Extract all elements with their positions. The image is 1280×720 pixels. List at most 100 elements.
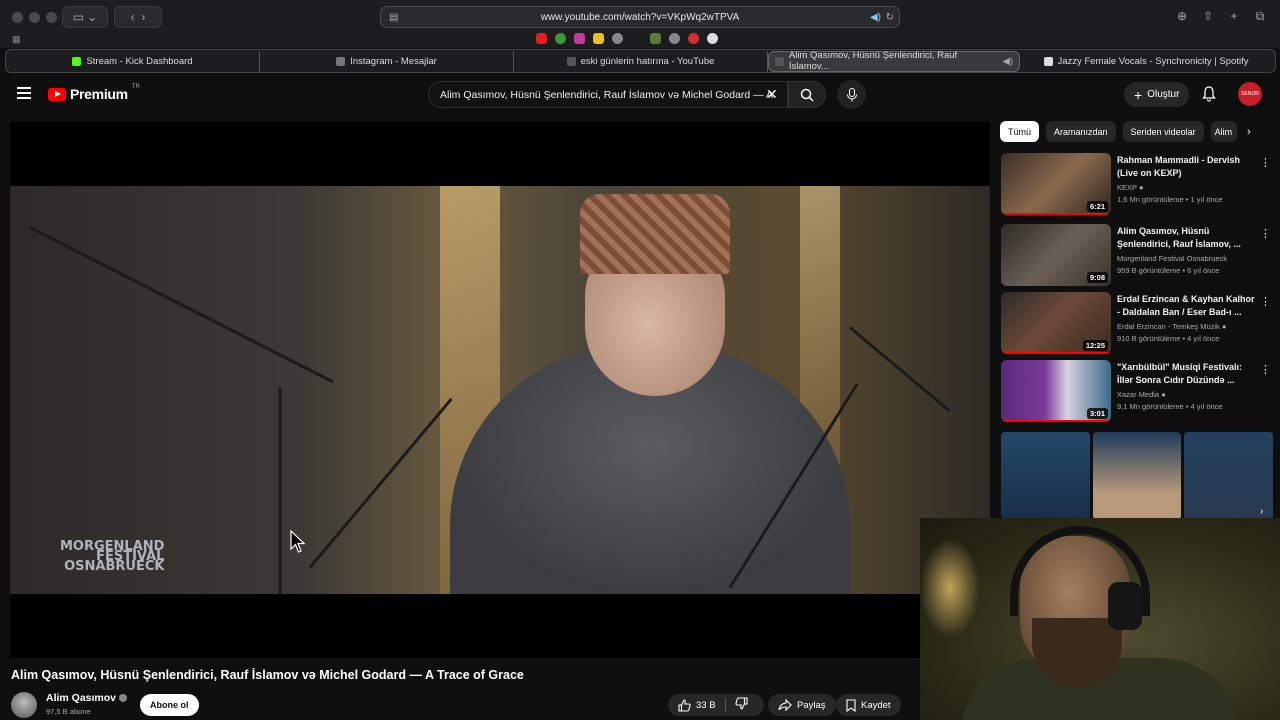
youtube-icon (775, 56, 784, 66)
tab-overview-icon[interactable]: ⧉ (1252, 9, 1268, 24)
shelf-thumbnail[interactable] (1001, 432, 1090, 520)
tab-spotify[interactable]: Jazzy Female Vocals - Synchronicity | Sp… (1020, 51, 1272, 72)
toolbar-right: ⊕ ⇧ + ⧉ (1174, 9, 1268, 24)
more-options-icon[interactable]: ⋮ (1260, 363, 1271, 376)
like-dislike-group: 33 B (668, 694, 764, 716)
more-options-icon[interactable]: ⋮ (1260, 295, 1271, 308)
gear-fav-icon[interactable] (707, 33, 718, 44)
verified-icon: ● (1221, 322, 1227, 331)
recommendation-channel[interactable]: Xazar Media ● (1117, 390, 1166, 399)
recommendation-meta: 1,6 Mn görüntüleme • 1 yıl önce (1117, 195, 1223, 204)
microphone-icon (846, 87, 857, 101)
favorites-bar (536, 33, 718, 44)
duration-badge: 9:08 (1086, 272, 1108, 283)
tab-youtube-active[interactable]: Alim Qasımov, Hüsnü Şenlendirici, Rauf İ… (768, 50, 1020, 72)
share-icon[interactable]: ⇧ (1200, 9, 1216, 24)
globe-fav-icon[interactable] (612, 33, 623, 44)
webcam-overlay (920, 518, 1280, 720)
video-thumbnail[interactable]: 3:01 (1001, 360, 1111, 422)
recommendation-title[interactable]: Erdal Erzincan & Kayhan Kalhor - Daldala… (1117, 293, 1255, 319)
grid-icon[interactable]: ▦ (12, 34, 21, 45)
tab-instagram[interactable]: Instagram - Mesajlar (260, 50, 514, 72)
yellow-fav-icon[interactable] (593, 33, 604, 44)
tab-youtube-eski[interactable]: eski günlerin hatırına - YouTube (514, 50, 768, 72)
url-text: www.youtube.com/watch?v=VKpWq2wTPVA (540, 11, 740, 23)
video-thumbnail[interactable]: 12:25 (1001, 292, 1111, 354)
voice-search-button[interactable] (837, 80, 866, 109)
globe2-fav-icon[interactable] (669, 33, 680, 44)
shorts-shelf (1001, 432, 1274, 520)
video-title: Alim Qasımov, Hüsnü Şenlendirici, Rauf İ… (11, 668, 524, 682)
window-controls[interactable] (12, 12, 57, 23)
menu-icon[interactable] (17, 87, 31, 102)
shelf-thumbnail[interactable] (1092, 432, 1182, 520)
dislike-button[interactable] (734, 697, 748, 713)
drop-fav-icon[interactable] (555, 33, 566, 44)
channel-name: Alim Qasımov (46, 692, 117, 704)
recommendation-title[interactable]: Rahman Mammadli - Dervish (Live on KEXP) (1117, 154, 1255, 180)
subscribe-button[interactable]: Abone ol (140, 694, 199, 716)
video-thumbnail[interactable]: 9:08 (1001, 224, 1111, 286)
watch-progress (1001, 352, 1111, 354)
more-options-icon[interactable]: ⋮ (1260, 156, 1271, 169)
new-tab-icon[interactable]: + (1226, 9, 1242, 24)
search-input[interactable]: Alim Qasımov, Hüsnü Şenlendirici, Rauf İ… (428, 81, 788, 108)
speaker-icon[interactable]: ◀) (870, 12, 881, 23)
address-bar[interactable]: ▤ www.youtube.com/watch?v=VKpWq2wTPVA ◀)… (380, 6, 900, 28)
recommendation-channel[interactable]: KEXP ● (1117, 183, 1144, 192)
duration-badge: 12:25 (1082, 340, 1108, 351)
video-player[interactable]: MORGENLAND FESTIVAL OSNABRUECK (10, 122, 990, 658)
clear-search-icon[interactable]: ✕ (766, 86, 778, 103)
festival-watermark: MORGENLAND FESTIVAL OSNABRUECK (60, 540, 164, 573)
plus-icon: + (1134, 86, 1143, 103)
search-button[interactable] (788, 81, 826, 108)
reload-icon[interactable]: ↻ (886, 12, 894, 23)
browser-toolbar: ▭ ⌄ ‹ › ▤ www.youtube.com/watch?v=VKpWq2… (0, 0, 1280, 48)
bell-icon (1202, 86, 1216, 102)
chip-alim[interactable]: Alim (1210, 121, 1237, 142)
sidebar-toggle-button[interactable]: ▭ ⌄ (62, 6, 108, 28)
f-fav-icon[interactable] (650, 33, 661, 44)
chip-from-search[interactable]: Aramanızdan (1046, 121, 1116, 142)
site-settings-icon[interactable]: ▤ (389, 12, 398, 23)
channel-avatar[interactable] (11, 692, 37, 718)
recommendation-channel[interactable]: Morgenland Festival Osnabrueck (1117, 254, 1227, 263)
recommendation-meta: 959 B görüntüleme • 6 yıl önce (1117, 266, 1220, 275)
video-thumbnail[interactable]: 6:21 (1001, 153, 1111, 215)
filter-chips: Tümü Aramanızdan Seriden videolar Alim (1000, 121, 1237, 142)
instagram-fav-icon[interactable] (574, 33, 585, 44)
chip-series[interactable]: Seriden videolar (1122, 121, 1204, 142)
share-button[interactable]: Paylaş (768, 694, 836, 716)
verified-icon: ● (1138, 183, 1144, 192)
channel-name-link[interactable]: Alim Qasımov (46, 692, 128, 704)
tab-kick[interactable]: Stream - Kick Dashboard (6, 50, 260, 72)
chevron-right-icon[interactable]: › (1247, 126, 1251, 138)
save-button[interactable]: Kaydet (836, 694, 901, 716)
notifications-button[interactable] (1202, 86, 1216, 107)
download-icon[interactable]: ⊕ (1174, 9, 1190, 24)
youtube-header: Premium TR Alim Qasımov, Hüsnü Şenlendir… (0, 76, 1280, 114)
account-avatar[interactable]: SENOR (1238, 82, 1262, 106)
like-button[interactable]: 33 B (678, 698, 716, 712)
chevron-right-icon[interactable]: › (1260, 506, 1263, 517)
youtube-fav-icon[interactable] (536, 33, 547, 44)
like-count: 33 B (696, 699, 716, 711)
tab-label: Instagram - Mesajlar (350, 55, 437, 67)
create-button[interactable]: + Oluştur (1124, 82, 1190, 107)
youtube-premium-logo[interactable]: Premium TR (48, 84, 140, 102)
speaker-icon[interactable]: ◀) (1003, 56, 1013, 67)
more-options-icon[interactable]: ⋮ (1260, 227, 1271, 240)
search-value: Alim Qasımov, Hüsnü Şenlendirici, Rauf İ… (440, 88, 774, 101)
recommendation-title[interactable]: "Xarıbülbül" Musiqi Festivalı: İllər Son… (1117, 361, 1255, 387)
recommendation-item[interactable]: 3:01 "Xarıbülbül" Musiqi Festivalı: İllə… (1001, 360, 1271, 422)
subscriber-count: 97,5 B abone (46, 707, 91, 716)
avatar-text: SENOR (1241, 91, 1259, 97)
recommendation-item[interactable]: 12:25 Erdal Erzincan & Kayhan Kalhor - D… (1001, 292, 1271, 354)
recommendation-item[interactable]: 6:21 Rahman Mammadli - Dervish (Live on … (1001, 153, 1271, 215)
recommendation-channel[interactable]: Erdal Erzincan - Temkeş Müzik ● (1117, 322, 1226, 331)
chip-all[interactable]: Tümü (1000, 121, 1040, 142)
recommendation-title[interactable]: Alim Qasımov, Hüsnü Şenlendirici, Rauf İ… (1117, 225, 1255, 251)
back-forward-buttons[interactable]: ‹ › (114, 6, 162, 28)
red-fav-icon[interactable] (688, 33, 699, 44)
recommendation-item[interactable]: 9:08 Alim Qasımov, Hüsnü Şenlendirici, R… (1001, 224, 1271, 286)
